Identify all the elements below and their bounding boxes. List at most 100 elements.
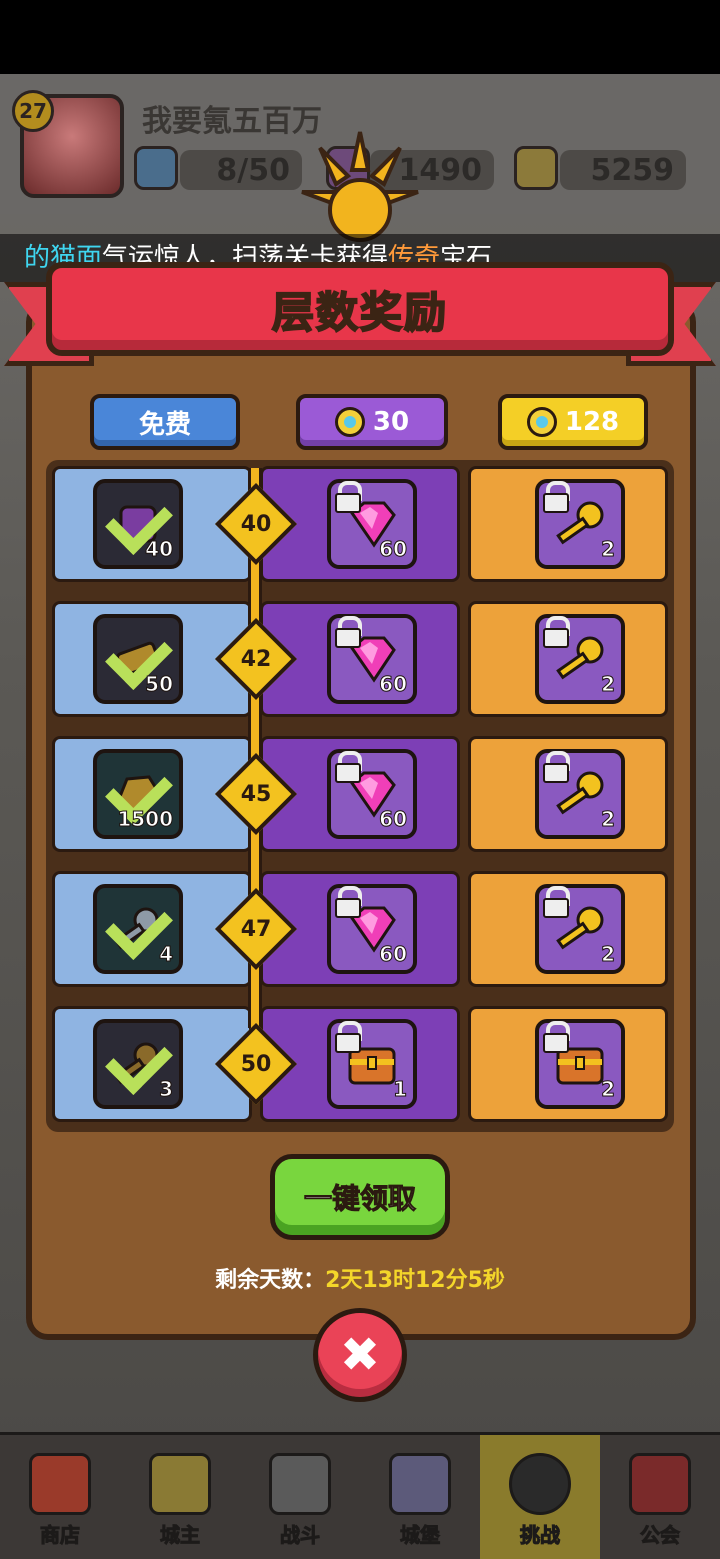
nav-label: 商店: [40, 1523, 81, 1548]
tier-premium-tab[interactable]: 30: [296, 394, 448, 450]
nav-label: 战斗: [280, 1523, 321, 1548]
title-banner: 层数奖励: [46, 262, 674, 356]
elite-reward-cell[interactable]: 2: [468, 736, 668, 852]
elite-reward-cell[interactable]: 2: [468, 601, 668, 717]
item-slot: 60: [327, 479, 417, 569]
guild-banner-icon: [629, 1453, 691, 1515]
reward-row: 4 60 2: [52, 871, 668, 987]
shop-icon: [29, 1453, 91, 1515]
lock-icon: [333, 886, 362, 918]
castle-icon: [389, 1453, 451, 1515]
lock-icon: [333, 481, 362, 513]
lock-icon: [333, 751, 362, 783]
elite-reward-cell[interactable]: 2: [468, 466, 668, 582]
close-button[interactable]: ✖: [313, 1308, 407, 1402]
item-count: 60: [379, 942, 408, 967]
tier-elite-price: 128: [564, 407, 620, 437]
floor-number: 40: [240, 511, 272, 537]
energy-counter: 8/50: [180, 150, 302, 190]
remaining-value: 2天13时12分5秒: [325, 1268, 505, 1293]
elite-reward-cell[interactable]: 2: [468, 871, 668, 987]
lock-icon: [541, 1021, 570, 1053]
item-slot: 1: [327, 1019, 417, 1109]
lock-icon: [541, 616, 570, 648]
elite-reward-cell[interactable]: 2: [468, 1006, 668, 1122]
remaining-time: 剩余天数：2天13时12分5秒: [0, 1262, 720, 1294]
lock-icon: [541, 886, 570, 918]
player-name: 我要氪五百万: [142, 104, 322, 139]
item-count: 1500: [117, 807, 174, 832]
lock-icon: [541, 481, 570, 513]
floor-number: 42: [240, 646, 272, 672]
energy-bolt-icon[interactable]: [134, 146, 178, 190]
status-bar: [0, 0, 720, 74]
diamond-coin-icon: [526, 407, 557, 437]
nav-label: 挑战: [520, 1523, 561, 1548]
item-slot: 2: [535, 749, 625, 839]
tier-premium-price: 30: [372, 407, 410, 437]
item-slot: 60: [327, 884, 417, 974]
item-count: 50: [145, 672, 174, 697]
nav-lord[interactable]: 城主: [120, 1435, 240, 1559]
item-slot: 2: [535, 479, 625, 569]
claim-all-button[interactable]: 一键领取: [270, 1154, 450, 1240]
nav-label: 城主: [160, 1523, 201, 1548]
gold-counter: 5259: [560, 150, 686, 190]
nav-shop[interactable]: 商店: [0, 1435, 120, 1559]
tier-free-label: 免费: [138, 409, 191, 440]
energy-value: 8/50: [216, 152, 290, 188]
item-slot: 2: [535, 1019, 625, 1109]
nav-label: 城堡: [400, 1523, 441, 1548]
lock-icon: [333, 1021, 362, 1053]
tier-free-tab[interactable]: 免费: [90, 394, 240, 450]
item-count: 2: [601, 537, 616, 562]
bottom-nav: 商店 城主 战斗 城堡 挑战 公会: [0, 1432, 720, 1559]
item-slot: 1500: [93, 749, 183, 839]
sun-decoration-icon: [301, 131, 419, 242]
item-count: 4: [159, 942, 174, 967]
gold-coin-icon[interactable]: [514, 146, 558, 190]
item-count: 2: [601, 1077, 616, 1102]
item-slot: 3: [93, 1019, 183, 1109]
floor-number: 45: [240, 781, 272, 807]
reward-row: 40 60 2: [52, 466, 668, 582]
item-slot: 40: [93, 479, 183, 569]
lock-icon: [333, 616, 362, 648]
diamond-coin-icon: [334, 407, 365, 437]
item-count: 40: [145, 537, 174, 562]
reward-row: 3 1 2: [52, 1006, 668, 1122]
item-count: 60: [379, 537, 408, 562]
item-count: 60: [379, 672, 408, 697]
nav-castle[interactable]: 城堡: [360, 1435, 480, 1559]
item-count: 2: [601, 807, 616, 832]
crown-icon: [149, 1453, 211, 1515]
nav-battle[interactable]: 战斗: [240, 1435, 360, 1559]
nav-challenge[interactable]: 挑战: [480, 1435, 600, 1559]
nav-label: 公会: [640, 1523, 681, 1548]
item-count: 60: [379, 807, 408, 832]
item-slot: 2: [535, 884, 625, 974]
panel-title: 层数奖励: [271, 287, 448, 338]
claim-all-label: 一键领取: [303, 1182, 416, 1216]
floor-number: 50: [240, 1051, 272, 1077]
swords-icon: [269, 1453, 331, 1515]
floor-number: 47: [240, 916, 272, 942]
gold-value: 5259: [590, 152, 675, 188]
item-count: 3: [159, 1077, 174, 1102]
item-slot: 60: [327, 749, 417, 839]
reward-row: 1500 60 2: [52, 736, 668, 852]
close-icon: ✖: [339, 1327, 381, 1383]
item-slot: 4: [93, 884, 183, 974]
item-count: 2: [601, 672, 616, 697]
demon-icon: [509, 1453, 571, 1515]
nav-guild[interactable]: 公会: [600, 1435, 720, 1559]
player-level-badge: 27: [12, 90, 54, 132]
lock-icon: [541, 751, 570, 783]
remaining-label: 剩余天数：: [215, 1268, 326, 1293]
reward-row: 50 60 2: [52, 601, 668, 717]
tier-elite-tab[interactable]: 128: [498, 394, 648, 450]
item-count: 1: [393, 1077, 408, 1102]
item-slot: 60: [327, 614, 417, 704]
item-slot: 50: [93, 614, 183, 704]
item-count: 2: [601, 942, 616, 967]
